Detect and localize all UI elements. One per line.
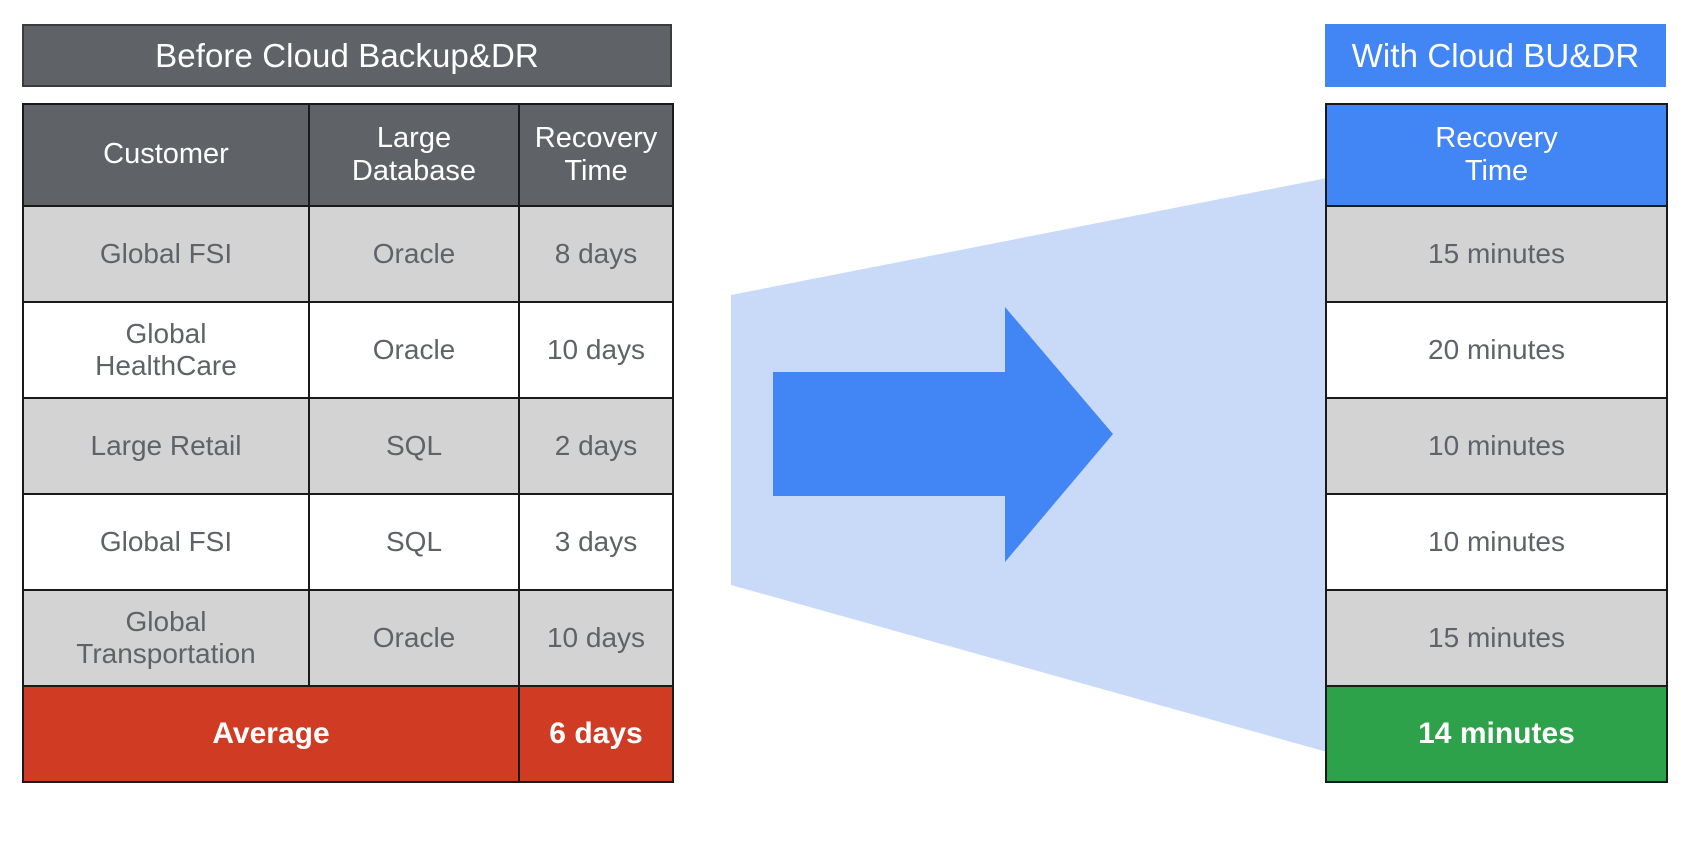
cell-recovery-time: 8 days [518,205,674,303]
table-summary-row: 14 minutes [1325,685,1668,783]
after-table: Recovery Time 15 minutes 20 minutes 10 m… [1325,103,1668,783]
cell-customer: Global FSI [22,205,310,303]
left-panel-title: Before Cloud Backup&DR [22,24,672,87]
cell-recovery-time: 20 minutes [1325,301,1668,399]
table-row: Global HealthCare Oracle 10 days [22,301,674,399]
summary-label: Average [22,685,520,783]
table-row: 10 minutes [1325,493,1668,591]
table-row: 10 minutes [1325,397,1668,495]
right-panel-title-label: With Cloud BU&DR [1351,36,1640,74]
table-header-row: Recovery Time [1325,103,1668,207]
cell-customer: Global FSI [22,493,310,591]
left-panel-title-label: Before Cloud Backup&DR [155,36,539,74]
column-header-recovery-time: Recovery Time [1325,103,1668,207]
summary-value: 6 days [518,685,674,783]
cell-recovery-time: 10 days [518,589,674,687]
column-header-customer: Customer [22,103,310,207]
cell-recovery-time: 10 minutes [1325,493,1668,591]
table-row: Global FSI SQL 3 days [22,493,674,591]
table-row: 15 minutes [1325,589,1668,687]
before-table: Customer Large Database Recovery Time Gl… [22,103,674,783]
cell-database: SQL [308,493,520,591]
cell-customer: Global Transportation [22,589,310,687]
cell-recovery-time: 2 days [518,397,674,495]
cell-recovery-time: 15 minutes [1325,205,1668,303]
right-panel-title: With Cloud BU&DR [1325,24,1666,87]
cell-database: Oracle [308,205,520,303]
table-row: Global Transportation Oracle 10 days [22,589,674,687]
cell-customer: Global HealthCare [22,301,310,399]
cell-recovery-time: 10 days [518,301,674,399]
cell-database: SQL [308,397,520,495]
cell-customer: Large Retail [22,397,310,495]
table-row: 20 minutes [1325,301,1668,399]
table-summary-row: Average 6 days [22,685,674,783]
table-row: Large Retail SQL 2 days [22,397,674,495]
column-header-recovery-time: Recovery Time [518,103,674,207]
cell-recovery-time: 15 minutes [1325,589,1668,687]
right-arrow-icon [773,307,1113,562]
table-header-row: Customer Large Database Recovery Time [22,103,674,207]
summary-value: 14 minutes [1325,685,1668,783]
table-row: Global FSI Oracle 8 days [22,205,674,303]
comparison-diagram: Before Cloud Backup&DR With Cloud BU&DR … [0,0,1692,860]
cell-database: Oracle [308,589,520,687]
funnel-shape [731,178,1327,752]
cell-recovery-time: 10 minutes [1325,397,1668,495]
table-row: 15 minutes [1325,205,1668,303]
cell-recovery-time: 3 days [518,493,674,591]
column-header-large-database: Large Database [308,103,520,207]
cell-database: Oracle [308,301,520,399]
